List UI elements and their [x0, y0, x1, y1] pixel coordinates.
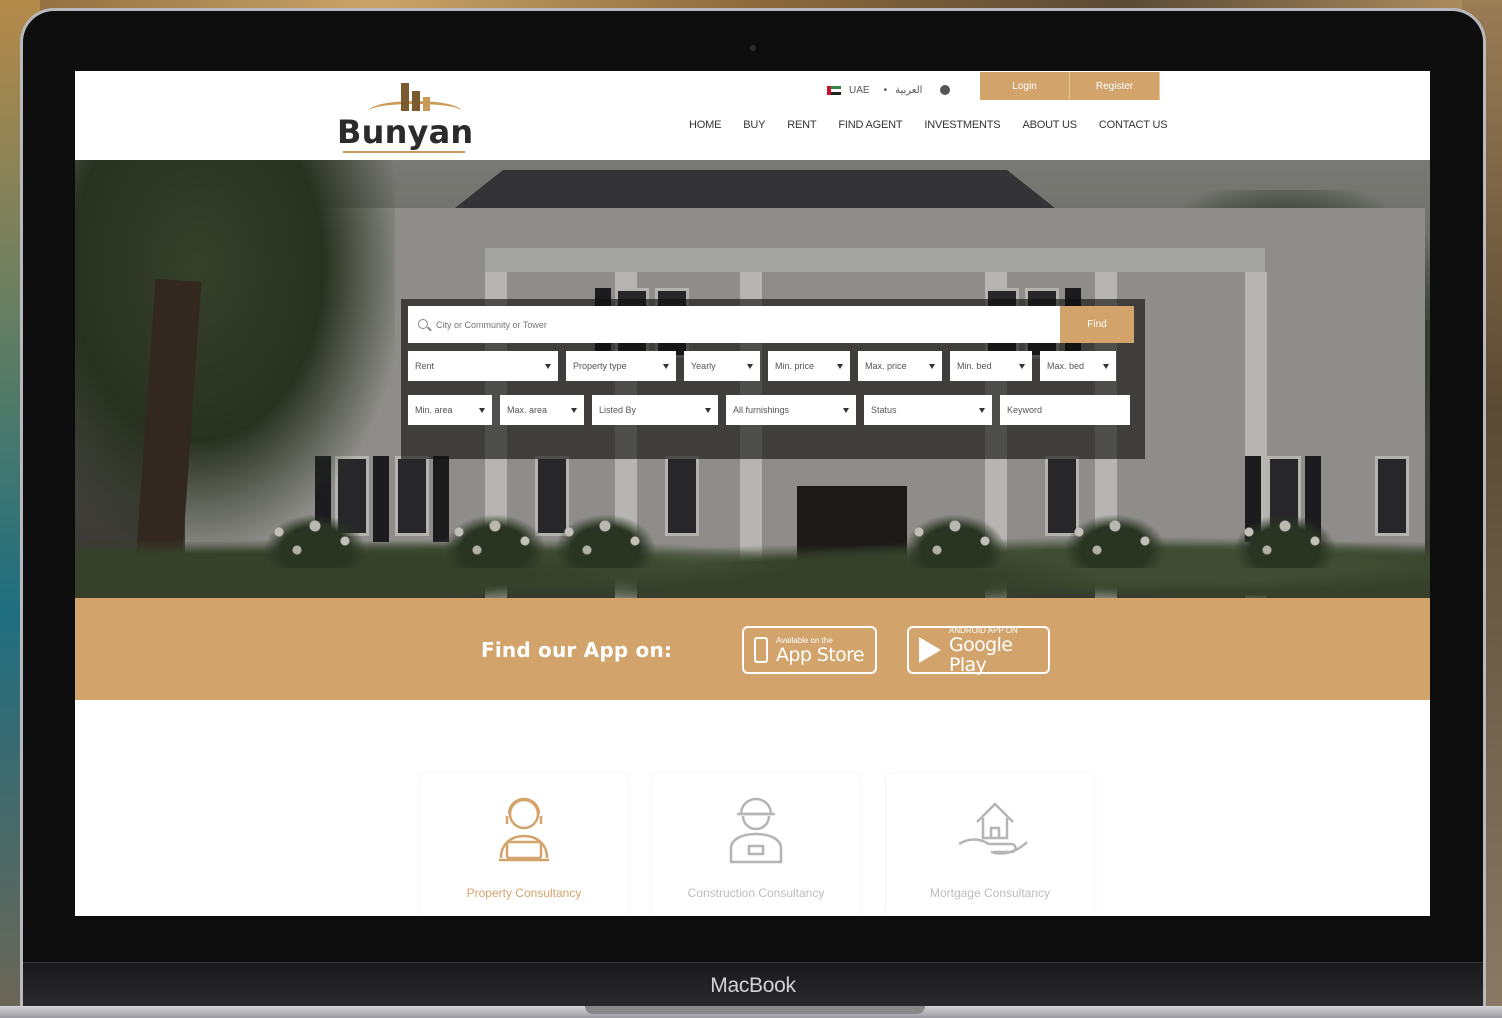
consultant-icon [499, 797, 549, 862]
app-bar-title: Find our App on: [481, 638, 673, 662]
language-switch[interactable]: العربية [895, 85, 922, 96]
chevron-down-icon [571, 407, 577, 413]
globe-icon[interactable] [940, 85, 951, 95]
service-card-mortgage[interactable]: Mortgage Consultancy [887, 774, 1093, 916]
filter-label: Min. area [415, 405, 453, 415]
chevron-down-icon [705, 407, 711, 413]
chevron-down-icon [663, 363, 669, 369]
topbar: UAE • العربية [827, 79, 951, 101]
house-hand-icon [958, 802, 1028, 855]
filter-label: Listed By [599, 405, 637, 415]
filter-min-bed[interactable]: Min. bed [950, 351, 1032, 381]
nav-rent[interactable]: RENT [787, 119, 816, 131]
search-row: Find [408, 306, 1134, 343]
website-screen: Bunyan UAE • العربية Login Register HOME… [75, 71, 1430, 916]
service-card-construction[interactable]: Construction Consultancy [653, 774, 859, 916]
service-label: Construction Consultancy [687, 886, 825, 900]
chevron-down-icon [979, 407, 985, 413]
filter-status[interactable]: Status [864, 395, 992, 425]
auth-buttons: Login Register [980, 72, 1160, 100]
chevron-down-icon [1019, 363, 1025, 369]
filter-min-area[interactable]: Min. area [408, 395, 492, 425]
filter-label: Keyword [1007, 405, 1043, 415]
filter-listed-by[interactable]: Listed By [592, 395, 718, 425]
filter-label: Min. bed [957, 361, 992, 371]
filter-label: Max. price [865, 361, 907, 371]
play-icon [919, 637, 941, 663]
nav-find-agent[interactable]: FIND AGENT [838, 119, 902, 131]
filter-frequency[interactable]: Yearly [684, 351, 760, 381]
google-play-button[interactable]: ANDROID APP ON Google Play [907, 626, 1050, 676]
filter-label: All furnishings [733, 405, 790, 415]
site-header: Bunyan UAE • العربية Login Register HOME… [75, 71, 1430, 160]
filter-max-bed[interactable]: Max. bed [1040, 351, 1116, 381]
register-button[interactable]: Register [1070, 72, 1160, 100]
nav-home[interactable]: HOME [689, 119, 721, 131]
chevron-down-icon [545, 363, 551, 369]
filter-property-type[interactable]: Property type [566, 351, 676, 381]
app-store-big: App Store [776, 643, 865, 666]
filter-max-price[interactable]: Max. price [858, 351, 942, 381]
service-label: Property Consultancy [466, 886, 582, 900]
nav-about-us[interactable]: ABOUT US [1022, 119, 1077, 131]
search-icon [418, 319, 428, 329]
filter-label: Max. bed [1047, 361, 1085, 371]
find-button[interactable]: Find [1060, 306, 1134, 343]
buildings-icon [369, 83, 461, 117]
filter-label: Rent [415, 361, 435, 371]
login-button[interactable]: Login [980, 72, 1070, 100]
app-store-button[interactable]: Available on the App Store [742, 626, 877, 674]
filter-min-price[interactable]: Min. price [768, 351, 850, 381]
logo-text: Bunyan [337, 113, 474, 151]
main-nav: HOME BUY RENT FIND AGENT INVESTMENTS ABO… [689, 119, 1168, 131]
camera-icon [750, 45, 756, 51]
uae-flag-icon [827, 85, 841, 95]
service-card-property[interactable]: Property Consultancy [421, 774, 627, 916]
search-input[interactable] [408, 306, 1060, 343]
region-selector[interactable]: UAE [849, 85, 870, 96]
keyword-input[interactable]: Keyword [1000, 395, 1130, 425]
laptop-base [0, 1006, 1502, 1018]
google-play-big: Google Play [949, 633, 1013, 676]
chevron-down-icon [929, 363, 935, 369]
filter-max-area[interactable]: Max. area [500, 395, 584, 425]
separator-dot: • [883, 84, 888, 96]
search-panel: Find Rent Property type Yearly Min. pric… [401, 299, 1145, 459]
device-label: MacBook [710, 974, 796, 997]
filter-purpose[interactable]: Rent [408, 351, 558, 381]
app-download-bar: Find our App on: Available on the App St… [75, 598, 1430, 700]
filter-label: Status [871, 405, 897, 415]
filter-label: Min. price [775, 361, 815, 371]
filter-label: Max. area [507, 405, 548, 415]
hero-banner: Find Rent Property type Yearly Min. pric… [75, 160, 1430, 598]
filter-row-2: Min. area Max. area Listed By All furnis… [408, 395, 1130, 425]
service-label: Mortgage Consultancy [929, 886, 1051, 900]
phone-icon [754, 637, 768, 663]
chevron-down-icon [479, 407, 485, 413]
chevron-down-icon [837, 363, 843, 369]
chevron-down-icon [747, 363, 753, 369]
filter-row-1: Rent Property type Yearly Min. price Max… [408, 351, 1116, 381]
nav-investments[interactable]: INVESTMENTS [924, 119, 1000, 131]
chevron-down-icon [843, 407, 849, 413]
laptop-chin: MacBook [23, 962, 1483, 1008]
logo[interactable]: Bunyan [337, 81, 474, 153]
filter-label: Property type [573, 361, 627, 371]
chevron-down-icon [1103, 363, 1109, 369]
services-section: Property Consultancy Construction Consul… [75, 700, 1430, 916]
engineer-icon [729, 797, 783, 864]
filter-label: Yearly [691, 361, 716, 371]
nav-buy[interactable]: BUY [743, 119, 765, 131]
filter-furnishings[interactable]: All furnishings [726, 395, 856, 425]
nav-contact-us[interactable]: CONTACT US [1099, 119, 1168, 131]
